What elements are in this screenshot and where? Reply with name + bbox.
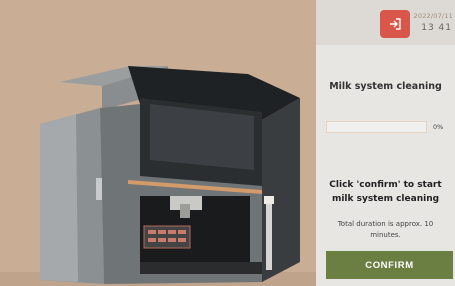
coffee-machine-image [0,66,316,286]
exit-icon [390,18,401,30]
instruction-text: Click 'confirm' to start milk system cle… [329,180,442,204]
exit-button[interactable] [380,10,410,38]
confirm-button[interactable]: CONFIRM [326,251,453,279]
machine-panel [0,0,316,286]
progress-bar [326,121,427,133]
progress-value: 0% [433,123,444,131]
status-bar: 2022/07/11 13 41 [316,0,455,45]
side-panel: 2022/07/11 13 41 Milk system cleaning 0%… [316,0,455,286]
time-text: 13 41 [421,23,452,33]
date-text: 2022/07/11 [413,12,453,20]
screen: 2022/07/11 13 41 Milk system cleaning 0%… [0,0,455,286]
duration-note: Total duration is approx. 10 minutes. [337,220,434,239]
cleaning-title: Milk system cleaning [329,81,442,92]
